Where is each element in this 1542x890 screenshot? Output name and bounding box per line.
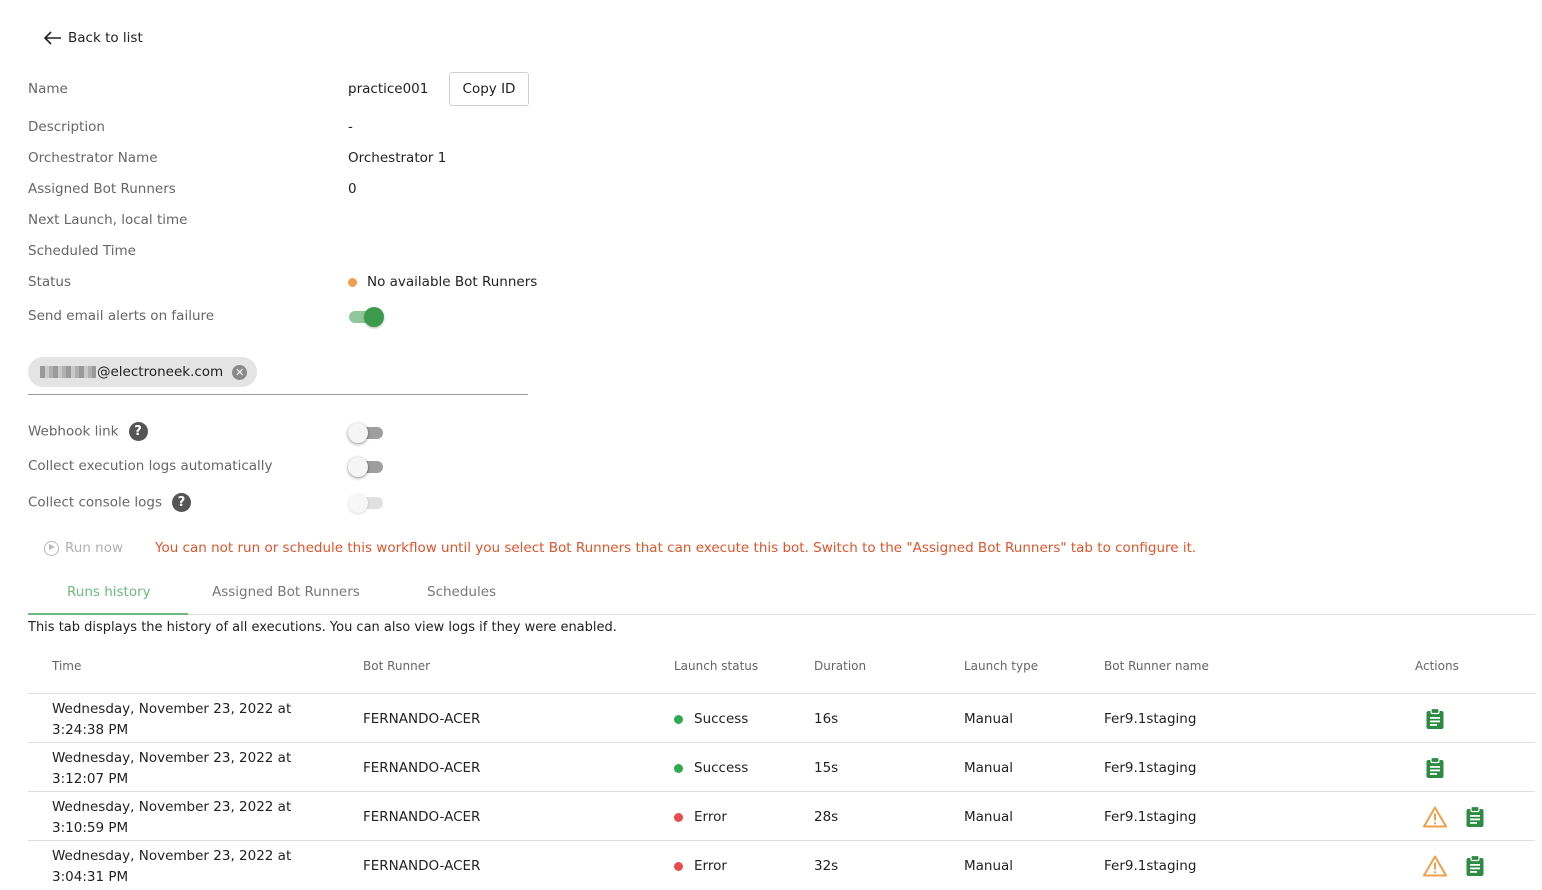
back-to-list-label: Back to list [68,30,143,46]
assigned-bot-runners-value: 0 [348,181,357,197]
scheduled-time-label: Scheduled Time [28,243,136,259]
orchestrator-name-value: Orchestrator 1 [348,150,447,166]
collect-console-logs-row: Collect console logs? [28,493,191,512]
question-circle-icon[interactable]: ? [128,422,148,441]
cell-bot-runner: FERNANDO-ACER [363,809,481,825]
active-tab-indicator [28,613,188,615]
cell-bot-runner-name: Fer9.1staging [1104,858,1197,874]
webhook-link-label: Webhook link [28,423,119,440]
cell-launch-type: Manual [964,711,1014,727]
toggle-thumb [364,307,384,327]
column-header-duration: Duration [814,659,867,673]
description-value: - [348,119,353,135]
tab-description: This tab displays the history of all exe… [28,620,617,635]
collect-execution-logs-toggle[interactable] [348,455,384,477]
next-launch-label: Next Launch, local time [28,212,188,228]
run-now-label: Run now [65,540,124,556]
cell-launch-type: Manual [964,858,1014,874]
close-circle-icon[interactable]: ✕ [232,364,248,380]
question-circle-icon[interactable]: ? [172,493,191,512]
column-header-launch-status: Launch status [674,659,759,673]
column-header-actions: Actions [1415,659,1459,673]
table-row: Wednesday, November 23, 2022 at 3:04:31 … [28,840,1535,890]
configuration-warning-message: You can not run or schedule this workflo… [155,540,1197,556]
description-label: Description [28,119,105,135]
status-dot [674,812,683,822]
launch-status-text: Error [694,858,727,874]
name-value: practice001 [348,81,429,97]
clipboard-icon[interactable] [1465,854,1485,881]
launch-status-text: Success [694,760,749,776]
cell-time: Wednesday, November 23, 2022 at 3:24:38 … [52,701,292,738]
arrow-left-icon [44,31,61,45]
cell-duration: 32s [814,858,839,874]
back-to-list-link[interactable]: Back to list [44,30,143,46]
email-chip: @electroneek.com ✕ [28,357,258,387]
tab-schedules[interactable]: Schedules [427,584,496,600]
toggle-thumb [348,493,368,513]
play-circle-icon [44,540,59,556]
cell-duration: 16s [814,711,839,727]
cell-time: Wednesday, November 23, 2022 at 3:10:59 … [52,799,292,836]
cell-launch-status: Error [674,858,727,874]
email-alerts-toggle[interactable] [348,305,384,327]
table-row: Wednesday, November 23, 2022 at 3:10:59 … [28,791,1535,841]
email-chip-text: @electroneek.com [97,364,224,380]
toggle-thumb [348,457,368,477]
cell-bot-runner-name: Fer9.1staging [1104,809,1197,825]
webhook-link-row: Webhook link? [28,422,148,441]
column-header-bot-runner: Bot Runner [363,659,431,673]
redacted-email-prefix [40,366,96,378]
cell-bot-runner: FERNANDO-ACER [363,858,481,874]
column-header-time: Time [52,659,82,673]
column-header-launch-type: Launch type [964,659,1039,673]
cell-launch-status: Error [674,809,727,825]
toggle-thumb [348,423,368,443]
cell-duration: 15s [814,760,839,776]
cell-launch-status: Success [674,711,748,727]
warning-triangle-icon[interactable] [1423,806,1447,832]
launch-status-text: Error [694,809,727,825]
cell-launch-type: Manual [964,809,1014,825]
collect-execution-logs-label: Collect execution logs automatically [28,458,273,474]
assigned-bot-runners-label: Assigned Bot Runners [28,181,176,197]
launch-status-text: Success [694,711,749,727]
status-dot [674,861,683,871]
clipboard-icon[interactable] [1425,756,1445,783]
name-label: Name [28,81,68,97]
collect-console-logs-label: Collect console logs [28,494,162,511]
status-dot [674,763,683,773]
table-row: Wednesday, November 23, 2022 at 3:12:07 … [28,742,1535,792]
email-input-underline [28,394,528,395]
status-dot [348,277,357,287]
cell-launch-status: Success [674,760,748,776]
cell-bot-runner: FERNANDO-ACER [363,711,481,727]
collect-console-logs-toggle [348,491,384,513]
column-header-bot-runner-name: Bot Runner name [1104,659,1209,673]
status-value: No available Bot Runners [348,274,537,290]
tab-runs-history[interactable]: Runs history [67,584,151,600]
status-label: Status [28,274,72,290]
clipboard-icon[interactable] [1465,805,1485,832]
cell-time: Wednesday, November 23, 2022 at 3:04:31 … [52,848,292,885]
tabs-divider [28,614,1535,615]
orchestrator-name-label: Orchestrator Name [28,150,158,166]
cell-bot-runner: FERNANDO-ACER [363,760,481,776]
cell-time: Wednesday, November 23, 2022 at 3:12:07 … [52,750,292,787]
table-row: Wednesday, November 23, 2022 at 3:24:38 … [28,693,1535,743]
clipboard-icon[interactable] [1425,707,1445,734]
copy-id-button[interactable]: Copy ID [449,72,529,106]
webhook-link-toggle[interactable] [348,421,384,443]
status-text: No available Bot Runners [367,274,538,290]
status-dot [674,714,683,724]
cell-duration: 28s [814,809,839,825]
tab-assigned-bot-runners[interactable]: Assigned Bot Runners [212,584,360,600]
email-alerts-label: Send email alerts on failure [28,308,215,324]
warning-triangle-icon[interactable] [1423,855,1447,881]
cell-bot-runner-name: Fer9.1staging [1104,711,1197,727]
run-now-button: Run now [44,540,123,556]
cell-launch-type: Manual [964,760,1014,776]
cell-bot-runner-name: Fer9.1staging [1104,760,1197,776]
